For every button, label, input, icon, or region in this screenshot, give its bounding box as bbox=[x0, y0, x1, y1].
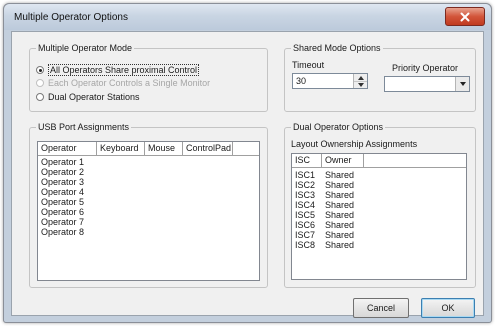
list-item[interactable]: Operator 7 bbox=[38, 217, 259, 227]
table-row[interactable]: ISC8 Shared bbox=[292, 240, 466, 250]
timeout-spinner[interactable]: 30 bbox=[292, 73, 368, 89]
ownership-list-rows: ISC1 Shared ISC2 Shared ISC3 Shared ISC4 Sha… bbox=[292, 168, 466, 250]
title-bar[interactable]: Multiple Operator Options bbox=[4, 4, 491, 30]
owner-cell: Shared bbox=[325, 180, 355, 190]
radio-each-controls-label: Each Operator Controls a Single Monitor bbox=[48, 78, 211, 88]
table-row[interactable]: ISC7 Shared bbox=[292, 230, 466, 240]
table-row[interactable]: ISC6 Shared bbox=[292, 220, 466, 230]
list-item-operator: Operator 1 bbox=[41, 157, 85, 167]
list-item-operator: Operator 7 bbox=[41, 217, 85, 227]
table-row[interactable]: ISC3 Shared bbox=[292, 190, 466, 200]
isc-cell: ISC8 bbox=[295, 240, 316, 250]
owner-cell: Shared bbox=[325, 190, 355, 200]
owner-cell: Shared bbox=[325, 210, 355, 220]
owner-cell: Shared bbox=[325, 170, 355, 180]
list-item-operator: Operator 3 bbox=[41, 177, 85, 187]
dual-operator-group-label: Dual Operator Options bbox=[291, 122, 386, 132]
table-row[interactable]: ISC4 Shared bbox=[292, 200, 466, 210]
list-item[interactable]: Operator 6 bbox=[38, 207, 259, 217]
table-row[interactable]: ISC2 Shared bbox=[292, 180, 466, 190]
list-item[interactable]: Operator 3 bbox=[38, 177, 259, 187]
operator-mode-group: Multiple Operator Mode All Operators Sha… bbox=[29, 43, 268, 112]
list-item[interactable]: Operator 1 bbox=[38, 157, 259, 167]
radio-button-checked[interactable] bbox=[36, 66, 44, 74]
column-header-controlpad[interactable]: ControlPad bbox=[183, 142, 233, 155]
dialog-body: Multiple Operator Mode All Operators Sha… bbox=[11, 31, 484, 318]
priority-operator-dropdown[interactable] bbox=[384, 76, 470, 92]
list-item-operator: Operator 6 bbox=[41, 207, 85, 217]
isc-cell: ISC6 bbox=[295, 220, 316, 230]
usb-port-group: USB Port Assignments Operator Keyboard M… bbox=[29, 122, 268, 288]
timeout-label: Timeout bbox=[292, 60, 325, 70]
isc-cell: ISC7 bbox=[295, 230, 316, 240]
column-header-operator[interactable]: Operator bbox=[38, 142, 97, 155]
column-header-isc[interactable]: ISC bbox=[292, 154, 322, 167]
usb-list-header: Operator Keyboard Mouse ControlPad bbox=[38, 142, 259, 156]
radio-all-share[interactable]: All Operators Share proximal Control bbox=[36, 64, 200, 76]
ok-button[interactable]: OK bbox=[421, 298, 475, 318]
owner-cell: Shared bbox=[325, 230, 355, 240]
timeout-value: 30 bbox=[296, 76, 307, 86]
column-header-owner[interactable]: Owner bbox=[322, 154, 364, 167]
spin-down-button[interactable] bbox=[354, 81, 367, 88]
column-header-keyboard[interactable]: Keyboard bbox=[97, 142, 145, 155]
radio-each-controls: Each Operator Controls a Single Monitor bbox=[36, 78, 210, 88]
layout-ownership-label: Layout Ownership Assignments bbox=[291, 139, 418, 149]
chevron-down-icon bbox=[459, 82, 466, 86]
list-item-operator: Operator 5 bbox=[41, 197, 85, 207]
close-icon bbox=[460, 12, 470, 21]
list-item-operator: Operator 8 bbox=[41, 227, 85, 237]
table-row[interactable]: ISC1 Shared bbox=[292, 170, 466, 180]
usb-list-rows: Operator 1 Operator 2 Operator 3 Operato… bbox=[38, 156, 259, 237]
list-item-operator: Operator 2 bbox=[41, 167, 85, 177]
list-item[interactable]: Operator 8 bbox=[38, 227, 259, 237]
usb-port-group-label: USB Port Assignments bbox=[36, 122, 132, 132]
isc-cell: ISC3 bbox=[295, 190, 316, 200]
column-header-mouse[interactable]: Mouse bbox=[145, 142, 183, 155]
isc-cell: ISC4 bbox=[295, 200, 316, 210]
timeout-spin-buttons bbox=[353, 74, 367, 88]
close-button[interactable] bbox=[445, 7, 485, 26]
list-item[interactable]: Operator 2 bbox=[38, 167, 259, 177]
shared-mode-group-label: Shared Mode Options bbox=[291, 43, 383, 53]
owner-cell: Shared bbox=[325, 220, 355, 230]
radio-button[interactable] bbox=[36, 93, 44, 101]
list-item[interactable]: Operator 4 bbox=[38, 187, 259, 197]
isc-cell: ISC2 bbox=[295, 180, 316, 190]
owner-cell: Shared bbox=[325, 200, 355, 210]
radio-dual-stations[interactable]: Dual Operator Stations bbox=[36, 92, 140, 102]
arrow-up-icon bbox=[357, 75, 364, 80]
operator-mode-group-label: Multiple Operator Mode bbox=[36, 43, 135, 53]
owner-cell: Shared bbox=[325, 240, 355, 250]
list-item[interactable]: Operator 5 bbox=[38, 197, 259, 207]
spin-up-button[interactable] bbox=[354, 74, 367, 81]
isc-cell: ISC1 bbox=[295, 170, 316, 180]
shared-mode-group: Shared Mode Options Timeout 30 Priority … bbox=[284, 43, 476, 112]
layout-ownership-list[interactable]: ISC Owner ISC1 Shared ISC2 Shared ISC3 Shar… bbox=[291, 153, 467, 280]
dual-operator-group: Dual Operator Options Layout Ownership A… bbox=[284, 122, 476, 288]
radio-all-share-label: All Operators Share proximal Control bbox=[48, 64, 200, 76]
dropdown-button[interactable] bbox=[455, 77, 469, 91]
usb-assignment-list[interactable]: Operator Keyboard Mouse ControlPad Opera… bbox=[37, 141, 260, 281]
priority-operator-label: Priority Operator bbox=[392, 63, 459, 73]
table-row[interactable]: ISC5 Shared bbox=[292, 210, 466, 220]
radio-button-disabled bbox=[36, 79, 44, 87]
isc-cell: ISC5 bbox=[295, 210, 316, 220]
dialog-window: Multiple Operator Options Multiple Opera… bbox=[3, 3, 492, 323]
window-title: Multiple Operator Options bbox=[14, 12, 128, 23]
list-item-operator: Operator 4 bbox=[41, 187, 85, 197]
arrow-down-icon bbox=[357, 83, 364, 87]
cancel-button[interactable]: Cancel bbox=[353, 298, 409, 318]
radio-dual-stations-label: Dual Operator Stations bbox=[48, 92, 140, 102]
ownership-list-header: ISC Owner bbox=[292, 154, 466, 168]
